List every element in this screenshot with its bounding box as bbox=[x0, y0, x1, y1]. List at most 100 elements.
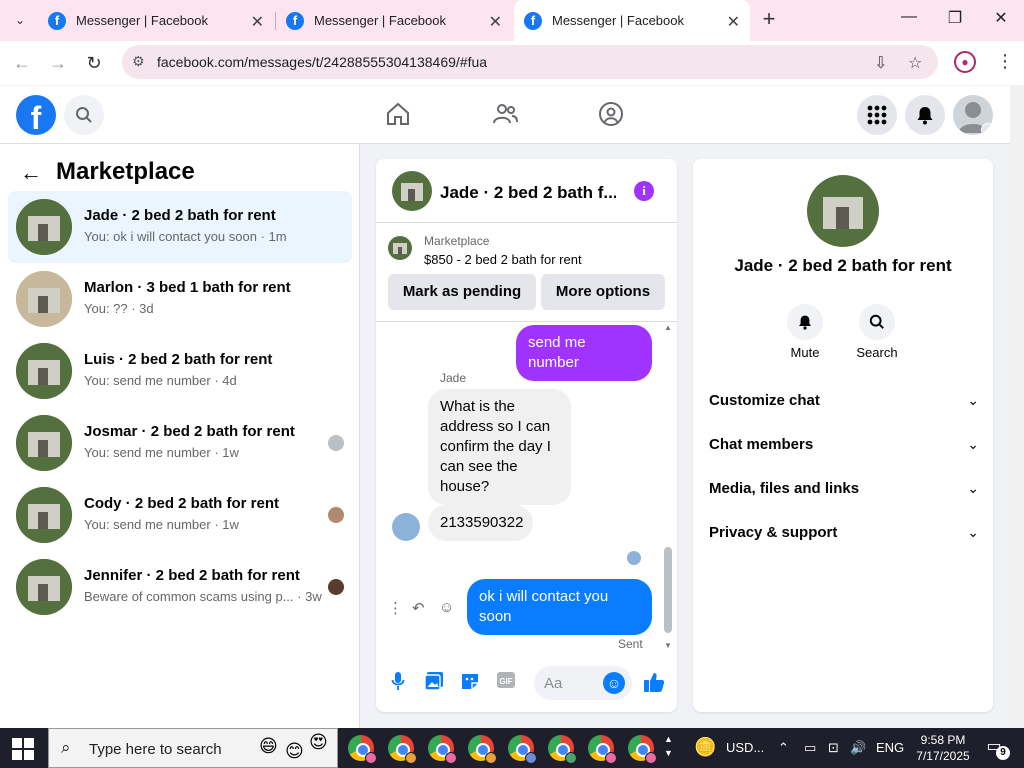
back-arrow-icon[interactable]: ← bbox=[20, 160, 42, 186]
volume-icon[interactable]: 🔊 bbox=[850, 740, 866, 756]
conversation-item[interactable]: Luis · 2 bed 2 bath for rent You: send m… bbox=[8, 335, 352, 407]
scroll-up-icon[interactable]: ▲ bbox=[664, 323, 672, 332]
scrollbar-thumb[interactable] bbox=[664, 547, 672, 633]
chrome-taskbar-icon-active[interactable] bbox=[628, 735, 657, 764]
microphone-icon[interactable] bbox=[387, 671, 409, 693]
listing-price[interactable]: $850 - 2 bed 2 bath for rent bbox=[424, 252, 582, 267]
listing-thumbnail bbox=[16, 559, 72, 615]
close-tab-icon[interactable]: ✕ bbox=[489, 12, 502, 32]
privacy-support-section[interactable]: Privacy & support ⌄ bbox=[709, 511, 979, 555]
install-app-icon[interactable]: ⇩ bbox=[874, 53, 887, 73]
incoming-message[interactable]: What is the address so I can confirm the… bbox=[428, 389, 571, 505]
outgoing-message[interactable]: send me number bbox=[516, 325, 652, 381]
minimize-window-icon[interactable]: — bbox=[898, 8, 920, 26]
tab-search-menu-icon[interactable]: ⌄ bbox=[8, 8, 32, 32]
photo-icon[interactable] bbox=[423, 671, 445, 693]
conversation-item[interactable]: Jennifer · 2 bed 2 bath for rent Beware … bbox=[8, 551, 352, 623]
chrome-taskbar-icon[interactable] bbox=[588, 735, 617, 764]
page-scrollbar[interactable] bbox=[1010, 86, 1024, 728]
more-options-button[interactable]: More options bbox=[541, 274, 665, 310]
currency-widget-icon[interactable]: 🪙 bbox=[694, 737, 716, 758]
windows-taskbar: ⌕ Type here to search 😄 😊 😍 ▲ ▼ 🪙 USD... … bbox=[0, 728, 1024, 768]
notification-center-icon[interactable]: ▭ 9 bbox=[982, 736, 1010, 760]
conversation-item[interactable]: Jade · 2 bed 2 bath for rent You: ok i w… bbox=[8, 191, 352, 263]
customize-chat-section[interactable]: Customize chat ⌄ bbox=[709, 379, 979, 423]
sender-name: Jade bbox=[440, 371, 467, 385]
system-clock[interactable]: 9:58 PM 7/17/2025 bbox=[914, 732, 972, 764]
info-icon[interactable]: i bbox=[634, 181, 654, 201]
friends-icon[interactable] bbox=[490, 100, 520, 130]
chat-title[interactable]: Jade · 2 bed 2 bath f... bbox=[440, 183, 616, 203]
forward-arrow-icon[interactable]: → bbox=[46, 51, 70, 75]
site-info-icon[interactable]: ⚙ bbox=[132, 53, 145, 70]
notification-count: 9 bbox=[996, 746, 1010, 760]
chat-members-section[interactable]: Chat members ⌄ bbox=[709, 423, 979, 467]
windows-start-icon[interactable] bbox=[12, 738, 34, 760]
chrome-taskbar-icon[interactable] bbox=[428, 735, 457, 764]
facebook-logo-icon[interactable]: f bbox=[16, 95, 56, 135]
home-icon[interactable] bbox=[383, 100, 413, 130]
currency-widget-text[interactable]: USD... bbox=[726, 740, 764, 755]
new-tab-button[interactable]: + bbox=[758, 8, 780, 30]
conversation-name: Josmar · 2 bed 2 bath for rent bbox=[84, 423, 295, 440]
chrome-taskbar-icon[interactable] bbox=[388, 735, 417, 764]
media-files-links-section[interactable]: Media, files and links ⌄ bbox=[709, 467, 979, 511]
chrome-taskbar-icon[interactable] bbox=[548, 735, 577, 764]
search-conversation-button[interactable]: Search bbox=[847, 304, 907, 360]
sticker-icon[interactable] bbox=[459, 671, 481, 693]
menu-grid-icon[interactable] bbox=[857, 95, 897, 135]
groups-icon[interactable] bbox=[596, 100, 626, 130]
chat-info-avatar[interactable] bbox=[807, 175, 879, 247]
chat-scrollbar[interactable]: ▲ ▼ bbox=[662, 323, 674, 653]
mute-button[interactable]: Mute bbox=[775, 304, 835, 360]
back-arrow-icon[interactable]: ← bbox=[10, 51, 34, 75]
close-tab-icon[interactable]: ✕ bbox=[251, 12, 264, 32]
search-icon[interactable] bbox=[64, 95, 104, 135]
chrome-taskbar-icon[interactable] bbox=[468, 735, 497, 764]
close-tab-icon[interactable]: ✕ bbox=[727, 12, 740, 32]
message-status: Sent bbox=[618, 637, 643, 651]
react-emoji-icon[interactable]: ☺ bbox=[439, 599, 454, 616]
more-actions-icon[interactable]: ⋮ bbox=[388, 599, 403, 617]
thumbs-up-icon[interactable] bbox=[643, 671, 665, 693]
emoji-icon[interactable]: ☺ bbox=[603, 672, 625, 694]
gif-icon[interactable]: GIF bbox=[495, 671, 517, 693]
browser-profile-icon[interactable]: ● bbox=[954, 51, 976, 73]
chrome-taskbar-icon[interactable] bbox=[508, 735, 537, 764]
mark-as-pending-button[interactable]: Mark as pending bbox=[388, 274, 536, 310]
close-window-icon[interactable]: ✕ bbox=[990, 8, 1012, 28]
conversation-item[interactable]: Marlon · 3 bed 1 bath for rent You: ?? ·… bbox=[8, 263, 352, 335]
taskbar-scroll-icon[interactable]: ▲ ▼ bbox=[664, 732, 673, 760]
chrome-taskbar-icon[interactable] bbox=[348, 735, 377, 764]
url-text[interactable]: facebook.com/messages/t/2428855530413846… bbox=[157, 54, 487, 70]
address-bar[interactable]: ⚙ facebook.com/messages/t/24288555304138… bbox=[122, 45, 938, 79]
language-indicator[interactable]: ENG bbox=[876, 740, 904, 755]
taskbar-search-box[interactable]: ⌕ Type here to search 😄 😊 😍 bbox=[48, 728, 338, 768]
conversation-item[interactable]: Josmar · 2 bed 2 bath for rent You: send… bbox=[8, 407, 352, 479]
outgoing-message[interactable]: ok i will contact you soon bbox=[467, 579, 652, 635]
bookmark-star-icon[interactable]: ☆ bbox=[908, 53, 922, 73]
conversation-preview: You: ?? · 3d bbox=[84, 301, 154, 316]
contact-avatar[interactable] bbox=[392, 513, 420, 541]
reload-icon[interactable]: ↻ bbox=[82, 51, 106, 75]
incoming-message[interactable]: 2133590322 bbox=[428, 505, 533, 541]
chat-avatar[interactable] bbox=[392, 171, 432, 211]
browser-menu-icon[interactable]: ⋮ bbox=[996, 51, 1014, 72]
scroll-down-icon[interactable]: ▼ bbox=[664, 641, 672, 650]
network-icon[interactable]: ▭ bbox=[804, 740, 816, 756]
message-list: send me number Jade What is the address … bbox=[376, 323, 677, 653]
notifications-bell-icon[interactable] bbox=[905, 95, 945, 135]
chevron-down-icon[interactable]: ⌄ bbox=[981, 123, 993, 135]
chevron-down-icon: ⌄ bbox=[967, 392, 979, 408]
meet-now-icon[interactable]: ⊡ bbox=[828, 740, 839, 756]
browser-tab-1[interactable]: f Messenger | Facebook ✕ bbox=[38, 0, 274, 41]
browser-tab-3-active[interactable]: f Messenger | Facebook ✕ bbox=[514, 0, 750, 41]
account-avatar[interactable]: ⌄ bbox=[953, 95, 993, 135]
section-title: Privacy & support bbox=[709, 524, 838, 541]
message-input[interactable]: Aa ☺ bbox=[534, 666, 632, 700]
maximize-window-icon[interactable]: ❐ bbox=[944, 8, 966, 28]
show-hidden-icons-icon[interactable]: ⌃ bbox=[778, 740, 789, 756]
conversation-item[interactable]: Cody · 2 bed 2 bath for rent You: send m… bbox=[8, 479, 352, 551]
browser-tab-2[interactable]: f Messenger | Facebook ✕ bbox=[276, 0, 512, 41]
reply-icon[interactable]: ↶ bbox=[412, 599, 425, 617]
